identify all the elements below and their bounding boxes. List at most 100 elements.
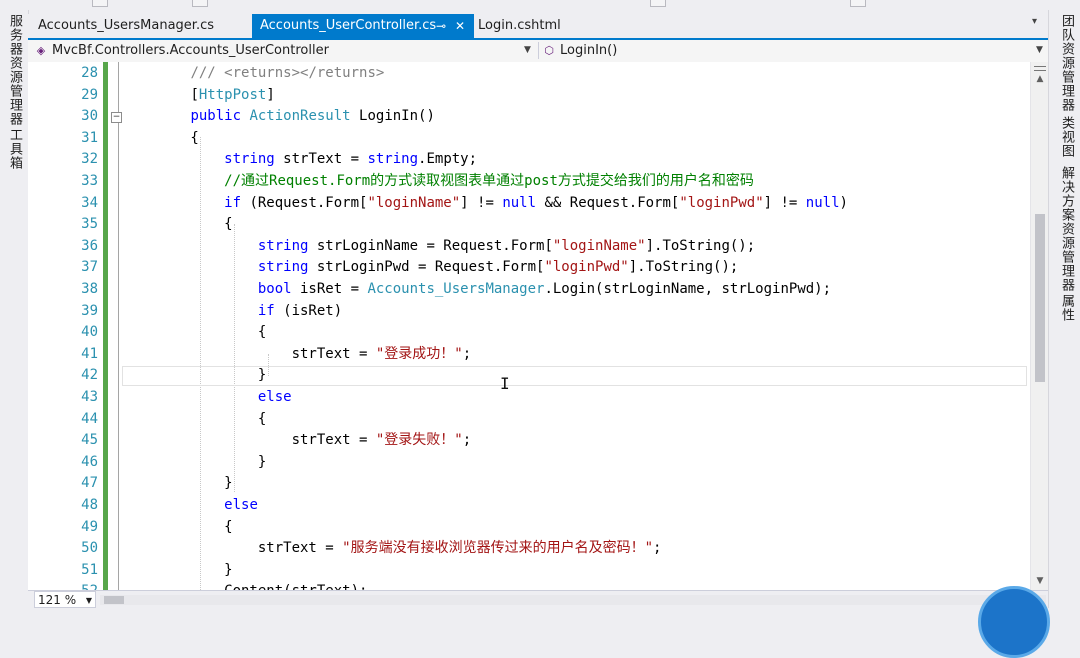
close-icon[interactable]: ✕ [455,14,465,38]
scroll-thumb[interactable] [1035,214,1045,382]
code-line[interactable]: bool isRet = Accounts_UsersManager.Login… [123,279,831,301]
code-token: ; [462,345,472,362]
line-number: 29 [81,86,98,103]
horizontal-scrollbar[interactable] [100,595,1046,605]
line-number: 34 [81,194,98,211]
code-line[interactable]: strText = "服务端没有接收浏览器传过来的用户名及密码！"; [123,538,662,560]
code-token: string [257,237,309,254]
code-token: ; [462,432,472,449]
code-line[interactable]: } [123,473,232,495]
class-dropdown-value: MvcBf.Controllers.Accounts_UserControlle… [52,43,329,58]
class-dropdown[interactable]: ◈ MvcBf.Controllers.Accounts_UserControll… [34,40,536,61]
tab-label: Accounts_UsersManager.cs [38,18,215,33]
code-line[interactable]: string strLoginPwd = Request.Form["login… [123,257,738,279]
code-token: strLoginPwd = Request.Form[ [308,259,545,276]
line-number: 50 [81,540,98,557]
server-explorer-tab[interactable]: 服务器资源管理器 [4,14,24,126]
line-number: 40 [81,324,98,341]
code-line[interactable]: { [123,214,232,236]
horizontal-scroll-thumb[interactable] [104,596,124,604]
text-cursor-icon: I [500,374,510,393]
code-line[interactable]: if (isRet) [123,301,342,323]
code-line[interactable]: public ActionResult LoginIn() [123,106,435,128]
chevron-down-icon: ▼ [524,45,531,55]
line-number-gutter: 28 29 30 31 32 33 34 35 36 37 38 39 40 41 42 43 44 45 46 47… [28,62,100,590]
collapse-toggle[interactable]: − [111,112,122,123]
code-line[interactable]: strText = "登录失败！"; [123,430,472,452]
line-number: 28 [81,65,98,81]
code-token: "服务端没有接收浏览器传过来的用户名及密码！" [342,540,654,557]
code-line[interactable]: strText = "登录成功！"; [123,344,472,366]
tab-overflow-icon[interactable]: ▾ [1032,16,1037,27]
code-token: "loginName" [367,194,461,211]
line-number: 36 [81,237,98,254]
code-token: { [123,324,267,341]
code-line[interactable]: [HttpPost] [123,85,274,107]
code-line[interactable]: /// <returns></returns> [123,63,384,85]
code-line[interactable]: else [123,495,258,517]
left-dock: 服务器资源管理器 工具箱 [0,10,29,608]
line-number: 47 [81,475,98,492]
code-token: LoginIn() [350,108,435,125]
code-token: strText = [123,345,376,362]
tab-accounts-usercontroller[interactable]: Accounts_UserController.cs ⊸ ✕ [252,14,474,38]
outlining-margin [118,62,119,590]
properties-tab[interactable]: 属性 [1056,294,1076,322]
tab-login-cshtml[interactable]: Login.cshtml [470,14,610,38]
pin-icon[interactable]: ⊸ [436,14,446,38]
code-token: //通过Request.Form的方式读取视图表单通过post方式提交给我们的用… [224,173,754,189]
navigation-bar: ◈ MvcBf.Controllers.Accounts_UserControll… [28,40,1048,63]
line-number: 41 [81,345,98,362]
solution-explorer-tab[interactable]: 解决方案资源管理器 [1056,166,1076,292]
scroll-down-icon[interactable]: ▼ [1031,576,1049,586]
line-number: 48 [81,497,98,513]
class-view-tab[interactable]: 类视图 [1056,116,1076,158]
tab-label: Accounts_UserController.cs [260,18,437,33]
line-number: 32 [81,151,98,168]
member-dropdown[interactable]: ⬡ LoginIn() ▼ [542,40,1044,61]
code-token: ] != [460,194,503,211]
vertical-scrollbar[interactable]: ▲ ▼ [1030,62,1048,590]
splitter-handle-icon[interactable] [1034,66,1046,71]
code-line[interactable]: if (Request.Form["loginName"] != null &&… [123,193,848,215]
zoom-dropdown[interactable]: 121 % ▼ [34,591,96,608]
code-token: string [257,259,309,276]
code-line[interactable]: string strText = string.Empty; [123,149,477,171]
code-token: } [123,561,233,578]
line-number: 44 [81,410,98,427]
code-line[interactable]: else [123,387,292,409]
code-token: ] != [763,194,806,211]
code-line[interactable]: { [123,517,232,539]
code-line[interactable]: //通过Request.Form的方式读取视图表单通过post方式提交给我们的用… [123,171,754,193]
code-line[interactable]: } [123,452,266,474]
code-line[interactable]: Content(strText); [123,581,367,590]
code-token: null [805,194,840,211]
code-token: ) [839,194,848,211]
code-token: strLoginName = Request.Form[ [308,237,553,254]
team-explorer-tab[interactable]: 团队资源管理器 [1056,14,1076,112]
line-number: 52 [28,581,98,590]
code-line[interactable]: string strLoginName = Request.Form["logi… [123,236,755,258]
code-line[interactable]: { [123,409,266,431]
code-line[interactable]: } [123,560,233,582]
tab-accounts-usersmanager[interactable]: Accounts_UsersManager.cs [30,14,254,38]
toolbox-tab[interactable]: 工具箱 [4,128,24,170]
scroll-up-icon[interactable]: ▲ [1031,74,1049,84]
code-token: strText = [123,432,376,449]
code-line[interactable]: { [123,128,198,150]
code-token: null [502,194,537,211]
code-editor[interactable]: 28 29 30 31 32 33 34 35 36 37 38 39 40 41 42 43 44 45 46 47… [28,62,1030,590]
code-token: "loginName" [552,237,646,254]
code-token: bool [257,281,292,297]
code-line[interactable]: } [123,365,266,387]
code-line[interactable]: { [123,322,266,344]
tab-label: Login.cshtml [478,18,561,33]
code-token: isRet = [291,281,368,297]
code-token: ActionResult [249,108,351,125]
editor-bottom-bar: 121 % ▼ [28,590,1048,609]
